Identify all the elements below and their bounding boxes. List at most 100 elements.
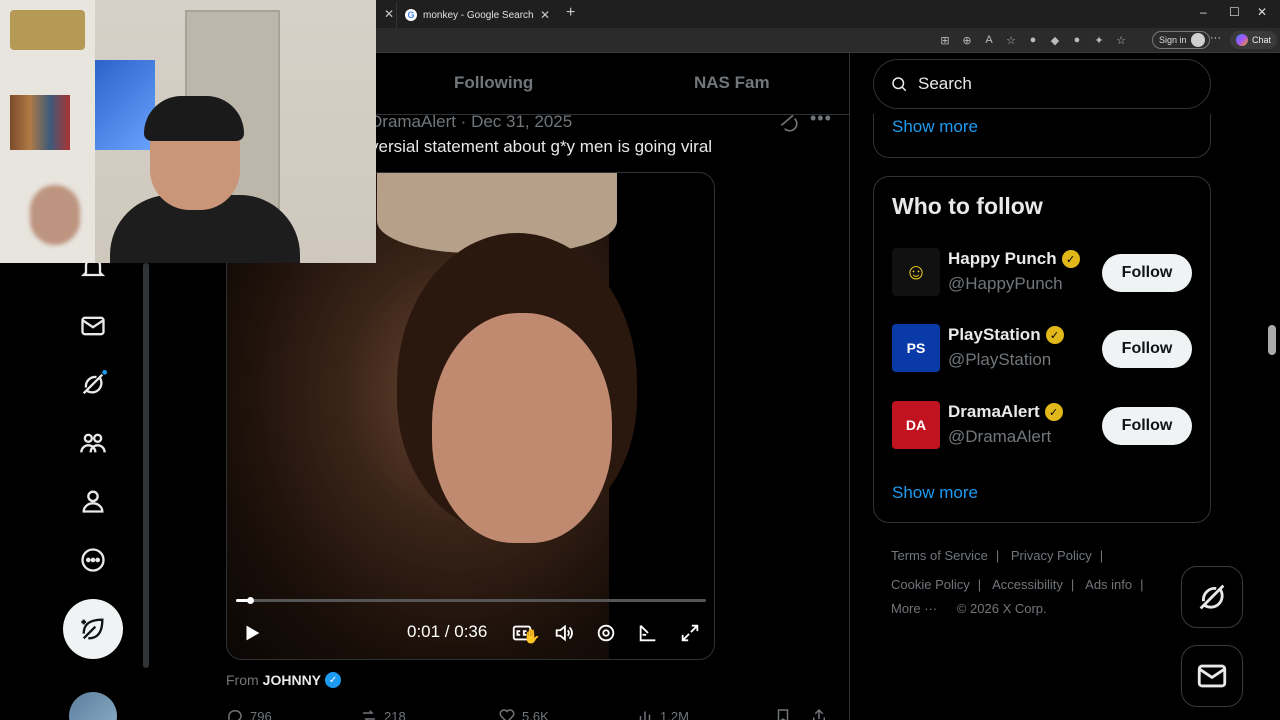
browser-tab[interactable]: G monkey - Google Search ✕ <box>396 2 558 28</box>
nav-scrollbar[interactable] <box>143 263 149 668</box>
copilot-icon <box>1236 34 1248 46</box>
reply-count: 796 <box>250 708 272 720</box>
grok-nav-icon[interactable] <box>73 364 113 404</box>
zoom-icon[interactable]: ⊕ <box>960 33 974 47</box>
settings-icon[interactable] <box>595 622 617 644</box>
trends-card: Show more <box>873 114 1211 158</box>
search-box[interactable] <box>873 59 1211 109</box>
volume-icon[interactable] <box>553 622 575 644</box>
follow-button[interactable]: Follow <box>1102 330 1192 368</box>
reply-button[interactable]: 796 <box>226 707 272 720</box>
puzzle-icon[interactable]: ✦ <box>1092 33 1106 47</box>
privacy-link[interactable]: Privacy Policy <box>1011 548 1092 563</box>
account-name: Happy Punch ✓ <box>948 249 1080 269</box>
show-more-link[interactable]: Show more <box>892 117 978 137</box>
tweet-header[interactable]: DramaAlert · Dec 31, 2025 <box>370 112 572 132</box>
reply-icon <box>228 709 242 720</box>
mail-icon <box>1197 664 1227 688</box>
who-to-follow-title: Who to follow <box>892 193 1043 219</box>
tab-nas-fam[interactable]: NAS Fam <box>694 73 770 93</box>
search-input[interactable] <box>918 74 1178 94</box>
dramaalert-avatar: DA <box>892 401 940 449</box>
page-scrollbar[interactable] <box>1268 325 1276 355</box>
more-icon[interactable]: ••• <box>810 108 832 129</box>
bookmark-icon <box>777 709 789 720</box>
signin-button[interactable]: Sign in <box>1152 31 1210 49</box>
terms-link[interactable]: Terms of Service <box>891 548 988 563</box>
accessibility-link[interactable]: Accessibility <box>992 577 1063 592</box>
grok-float-button[interactable] <box>1181 566 1243 628</box>
share-icon <box>813 708 825 720</box>
video-progress-bar[interactable] <box>236 597 706 604</box>
follow-suggestion[interactable]: PS PlayStation ✓ @PlayStation Follow <box>892 324 1192 372</box>
views-button[interactable]: 1.2M <box>636 707 689 720</box>
mouse-cursor-icon: ✋ <box>523 628 541 644</box>
account-handle: @DramaAlert <box>948 427 1052 446</box>
fullscreen-icon[interactable] <box>679 622 701 644</box>
more-link[interactable]: More ··· <box>891 601 937 616</box>
repost-button[interactable]: 218 <box>360 707 406 720</box>
verified-badge-icon: ✓ <box>1045 326 1064 344</box>
compose-post-button[interactable] <box>63 599 123 659</box>
verified-badge-icon: ✓ <box>1061 250 1080 268</box>
messages-icon[interactable] <box>73 306 113 346</box>
show-more-link[interactable]: Show more <box>892 483 978 503</box>
from-name[interactable]: JOHNNY <box>263 672 321 688</box>
profile-icon <box>1190 33 1205 47</box>
toolbar-icons: ⊞ ⊕ A ☆ ● ◆ ● ✦ ☆ <box>938 33 1128 47</box>
close-icon[interactable]: ✕ <box>384 7 394 21</box>
browser-menu-icon[interactable]: ··· <box>1210 32 1221 44</box>
webcam-person <box>110 96 300 263</box>
face-shape <box>432 313 612 543</box>
read-aloud-icon[interactable]: A <box>982 33 996 47</box>
follow-suggestion[interactable]: DA DramaAlert ✓ @DramaAlert Follow <box>892 401 1192 449</box>
ads-info-link[interactable]: Ads info <box>1085 577 1132 592</box>
follow-suggestion[interactable]: ☺ Happy Punch ✓ @HappyPunch Follow <box>892 248 1192 296</box>
from-label: From <box>226 672 259 688</box>
repost-count: 218 <box>384 708 406 720</box>
maximize-icon[interactable]: ☐ <box>1229 5 1240 19</box>
pin-icon[interactable]: ● <box>1070 33 1084 47</box>
window-close-icon[interactable]: ✕ <box>1257 5 1267 19</box>
apps-icon[interactable]: ⊞ <box>938 33 952 47</box>
more-options-icon[interactable] <box>73 540 113 580</box>
pip-icon[interactable] <box>637 622 659 644</box>
search-icon <box>892 77 907 92</box>
communities-icon[interactable] <box>73 423 113 463</box>
new-tab-icon[interactable]: + <box>566 4 575 22</box>
share-button[interactable] <box>810 707 828 720</box>
verified-badge-icon: ✓ <box>1044 403 1063 421</box>
shield-icon[interactable]: ◆ <box>1048 33 1062 47</box>
tweet-actions: 796 218 5.6K 1.2M <box>226 707 836 720</box>
views-count: 1.2M <box>660 708 689 720</box>
video-source: From JOHNNY ✓ <box>226 672 342 688</box>
account-handle: @HappyPunch <box>948 274 1063 293</box>
copyright: © 2026 X Corp. <box>956 601 1047 616</box>
close-icon[interactable]: ✕ <box>540 8 550 22</box>
cookie-link[interactable]: Cookie Policy <box>891 577 970 592</box>
collections-icon[interactable]: ☆ <box>1114 33 1128 47</box>
account-name: DramaAlert ✓ <box>948 402 1063 422</box>
views-icon <box>639 711 651 720</box>
bookmark-button[interactable] <box>774 707 792 720</box>
like-count: 5.6K <box>522 708 549 720</box>
webcam-hand <box>30 185 80 245</box>
follow-button[interactable]: Follow <box>1102 407 1192 445</box>
grok-icon[interactable] <box>778 112 798 132</box>
profile-icon[interactable] <box>73 481 113 521</box>
extension-icon[interactable]: ● <box>1026 33 1040 47</box>
verified-badge-icon: ✓ <box>325 672 342 688</box>
webcam-plaque <box>10 10 85 50</box>
playstation-avatar: PS <box>892 324 940 372</box>
heart-icon <box>499 709 515 720</box>
favorite-icon[interactable]: ☆ <box>1004 33 1018 47</box>
like-button[interactable]: 5.6K <box>498 707 549 720</box>
minimize-icon[interactable]: – <box>1200 5 1207 19</box>
follow-button[interactable]: Follow <box>1102 254 1192 292</box>
webcam-overlay <box>0 0 376 263</box>
play-icon[interactable] <box>241 622 263 644</box>
tab-following[interactable]: Following <box>454 73 533 93</box>
chat-button[interactable]: Chat <box>1230 31 1278 49</box>
repost-icon <box>363 710 375 720</box>
messages-float-button[interactable] <box>1181 645 1243 707</box>
